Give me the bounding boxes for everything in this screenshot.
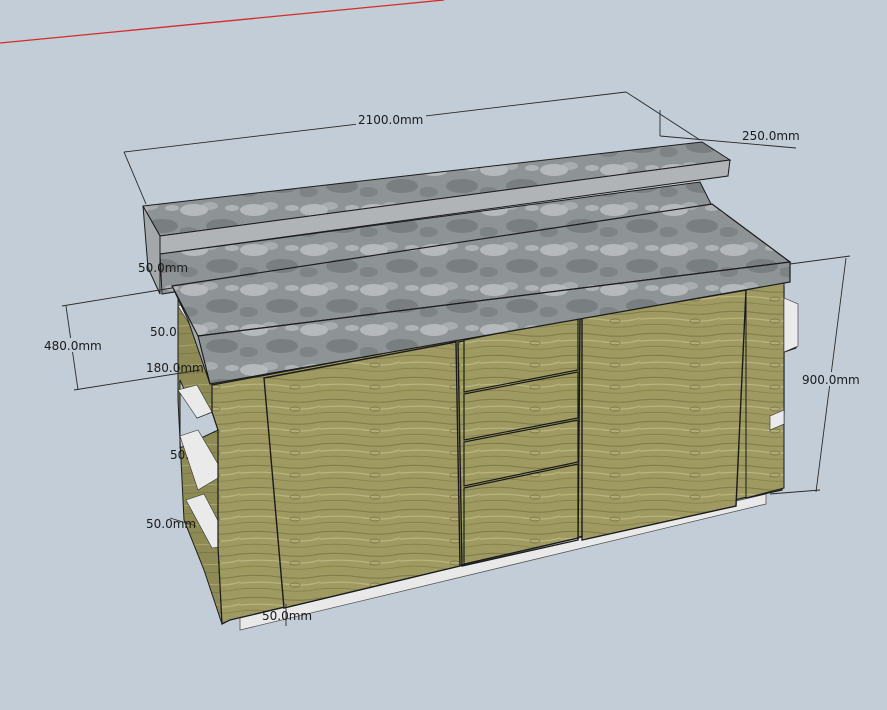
red-axis-line <box>0 0 445 44</box>
dim-50-top-label: 50.0mm <box>138 261 188 275</box>
dim-50-base-label: 50.0mm <box>262 609 312 623</box>
dim-2100-ext-right <box>625 91 701 141</box>
dim-480-label: 480.0mm <box>44 339 102 353</box>
dim-250-label: 250.0mm <box>742 129 800 143</box>
dim-180-label: 180.0mm <box>146 361 204 375</box>
left-door[interactable] <box>263 341 461 609</box>
right-door[interactable] <box>581 289 747 541</box>
dim-480-ext-top <box>61 287 173 307</box>
dim-900-label: 900.0mm <box>802 373 860 387</box>
right-pilaster-front <box>745 281 785 499</box>
dim-900-ext-top <box>789 255 851 265</box>
model-viewport[interactable]: 2100.0mm 250.0mm 50.0mm 480.0mm 50.0 180… <box>0 0 887 706</box>
dim-2100-label: 2100.0mm <box>358 113 423 127</box>
dim-50-mid-label: 50. <box>170 448 189 462</box>
right-pilaster-step <box>783 297 799 353</box>
cabinet-drawing: 2100.0mm 250.0mm 50.0mm 480.0mm 50.0 180… <box>0 0 862 631</box>
dim-50-side-label: 50.0 <box>150 325 177 339</box>
dim-2100-ext-left <box>123 151 147 205</box>
